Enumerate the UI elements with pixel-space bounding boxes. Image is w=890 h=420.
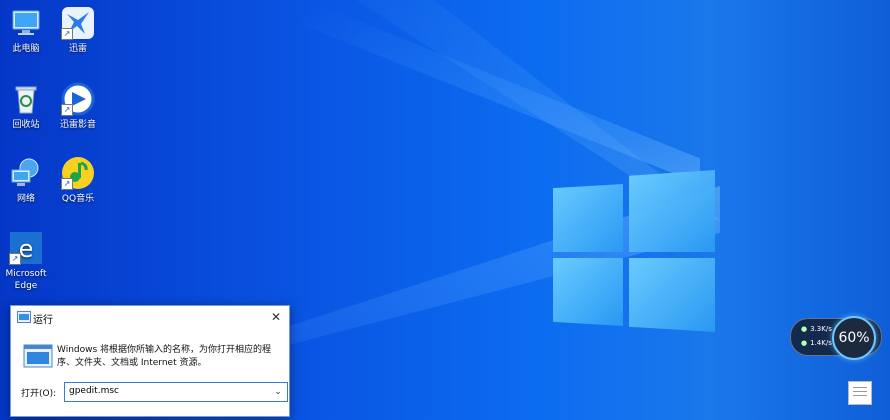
run-icon	[17, 311, 31, 323]
open-label: 打开(O):	[21, 389, 57, 399]
recycle-bin-icon	[9, 82, 43, 116]
shortcut-arrow-icon: ↗	[61, 178, 73, 190]
desktop-icon-thunder[interactable]: ↗ 迅雷	[48, 6, 108, 55]
upload-arrow-icon: ●	[801, 325, 808, 333]
shortcut-arrow-icon: ↗	[61, 104, 73, 116]
desktop-icon-edge[interactable]: e ↗ Microsoft Edge	[0, 231, 56, 292]
download-speed: ● 1.4K/s	[801, 339, 832, 347]
desktop-icon-label: QQ音乐	[61, 194, 95, 204]
desktop-icon-thunder-player[interactable]: ↗ 迅雷影音	[48, 82, 108, 131]
qq-music-icon: ↗	[61, 156, 95, 190]
memory-usage-percent: 60%	[838, 330, 870, 346]
desktop-icon-qq-music[interactable]: ↗ QQ音乐	[48, 156, 108, 205]
run-program-icon	[23, 344, 53, 368]
shortcut-arrow-icon: ↗	[61, 28, 73, 40]
computer-icon	[9, 6, 43, 40]
run-dialog: 运行 ✕ Windows 将根据你所输入的名称，为你打开相应的程序、文件夹、文档…	[10, 305, 290, 417]
thunder-icon: ↗	[61, 6, 95, 40]
chevron-down-icon[interactable]: ⌄	[271, 384, 285, 400]
run-dialog-title: 运行	[33, 315, 53, 326]
desktop-icon-label: 迅雷	[68, 44, 87, 54]
run-dialog-titlebar[interactable]: 运行 ✕	[11, 306, 289, 328]
download-arrow-icon: ●	[801, 339, 808, 347]
desktop-icon-label: 迅雷影音	[59, 120, 96, 130]
open-input-value: gpedit.msc	[69, 386, 119, 396]
windows-logo	[553, 170, 715, 332]
shortcut-arrow-icon: ↗	[9, 253, 21, 265]
desktop-icon-label: Microsoft Edge	[5, 269, 47, 291]
upload-speed: ● 3.3K/s	[801, 325, 832, 333]
network-icon	[9, 156, 43, 190]
upload-speed-value: 3.3K/s	[810, 325, 832, 333]
edge-icon: e ↗	[9, 231, 43, 265]
run-dialog-description: Windows 将根据你所输入的名称，为你打开相应的程序、文件夹、文档或 Int…	[57, 345, 272, 368]
open-input[interactable]: gpedit.msc ⌄	[64, 382, 288, 402]
memory-usage-gauge[interactable]: 60%	[832, 316, 876, 360]
document-icon[interactable]	[848, 381, 872, 405]
close-button[interactable]: ✕	[267, 308, 285, 326]
thunder-player-icon: ↗	[61, 82, 95, 116]
download-speed-value: 1.4K/s	[810, 339, 832, 347]
